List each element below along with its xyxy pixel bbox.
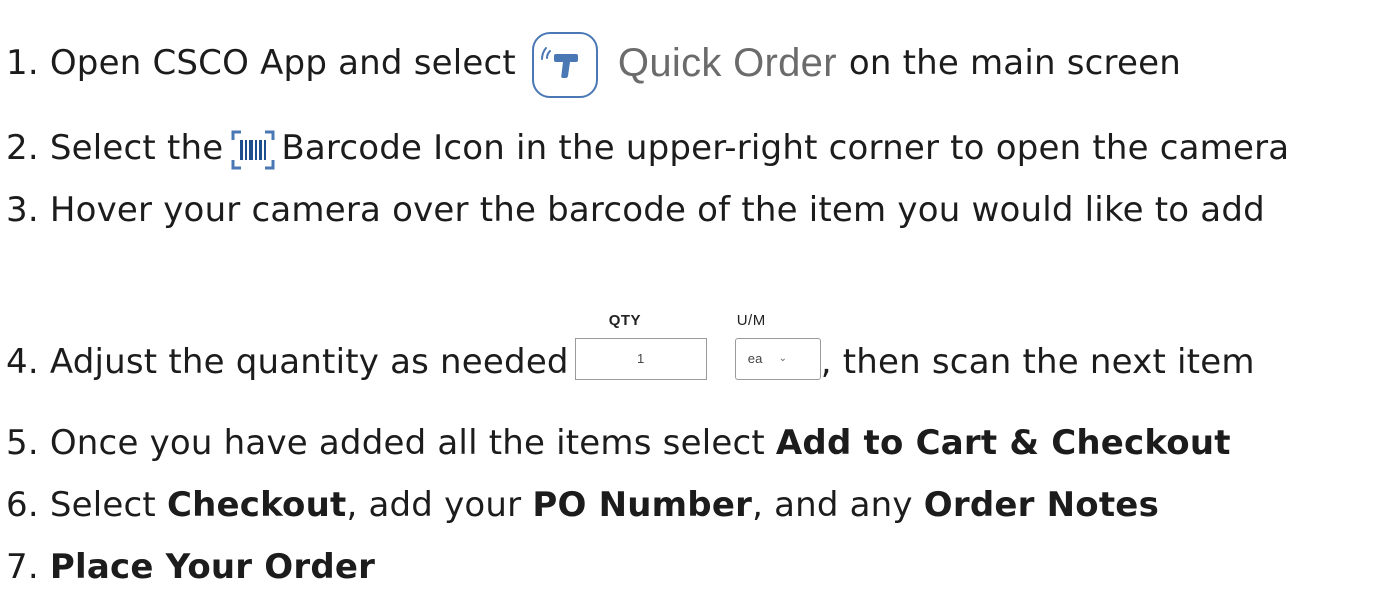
step-7-action: Place Your Order xyxy=(49,547,376,587)
step-1-suffix: on the main screen xyxy=(848,43,1181,83)
step-7: 7. Place Your Order xyxy=(6,547,375,587)
step-6-mid-2: , and any xyxy=(752,485,924,525)
chevron-down-icon: ⌄ xyxy=(778,353,788,364)
um-field-group: U/M ea ⌄ xyxy=(734,312,821,380)
unit-of-measure-select[interactable]: ea ⌄ xyxy=(734,338,821,380)
step-6-mid-1: , add your xyxy=(346,485,533,525)
step-2: 2. Select the Barcode Icon in the upper-… xyxy=(6,128,1290,170)
quantity-input[interactable]: 1 xyxy=(574,338,707,380)
app-name-quick-order: Quick Order xyxy=(617,41,837,85)
step-4: 4. Adjust the quantity as needed QTY 1 U… xyxy=(6,312,1255,396)
um-label: U/M xyxy=(736,312,766,329)
step-6-text: 6. Select xyxy=(6,485,167,525)
step-6-po-number: PO Number xyxy=(532,485,753,525)
step-6-checkout: Checkout xyxy=(166,485,347,525)
step-1: 1. Open CSCO App and select Quick Order … xyxy=(6,30,1181,98)
step-4-text: 4. Adjust the quantity as needed xyxy=(6,342,569,382)
step-2-text: 2. Select the xyxy=(6,128,224,168)
step-5-text: 5. Once you have added all the items sel… xyxy=(6,423,776,463)
step-3-text: 3. Hover your camera over the barcode of… xyxy=(6,190,1265,230)
um-value: ea xyxy=(747,351,763,366)
scanner-gun-icon xyxy=(531,32,598,98)
step-6: 6. Select Checkout, add your PO Number, … xyxy=(6,485,1159,525)
qty-label: QTY xyxy=(608,312,642,329)
barcode-icon xyxy=(231,130,275,170)
step-1-text: 1. Open CSCO App and select xyxy=(6,43,516,83)
step-4-suffix: , then scan the next item xyxy=(820,342,1255,382)
step-6-order-notes: Order Notes xyxy=(923,485,1160,525)
step-5-action: Add to Cart & Checkout xyxy=(775,423,1231,463)
step-2-suffix: Barcode Icon in the upper-right corner t… xyxy=(281,128,1290,168)
step-3: 3. Hover your camera over the barcode of… xyxy=(6,190,1265,230)
step-5: 5. Once you have added all the items sel… xyxy=(6,423,1231,463)
step-7-number: 7. xyxy=(6,547,50,587)
qty-field-group: QTY 1 xyxy=(569,312,707,380)
